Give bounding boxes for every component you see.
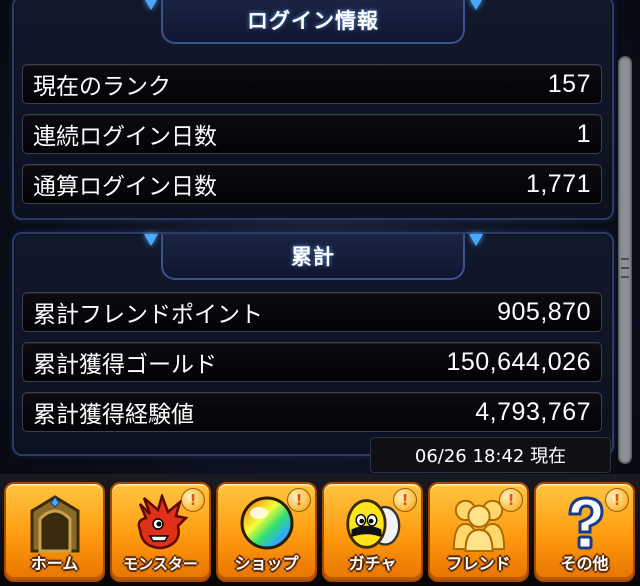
login-info-panel: ログイン情報 現在のランク 157 連続ログイン日数 1 通算ログイン日数 1,… — [12, 0, 614, 220]
nav-label: ガチャ — [348, 554, 397, 573]
nav-shop-button[interactable]: ! ショップ — [216, 482, 317, 582]
panel-title: 累計 — [291, 245, 335, 269]
stat-label: 累計フレンドポイント — [33, 302, 263, 328]
nav-other-button[interactable]: ! その他 — [534, 482, 635, 582]
panel-title: ログイン情報 — [247, 9, 379, 33]
scrollbar[interactable] — [618, 56, 632, 464]
alert-badge: ! — [287, 488, 311, 512]
nav-friend-button[interactable]: ! フレンド — [428, 482, 529, 582]
nav-label: モンスター — [123, 555, 198, 573]
stat-value: 4,793,767 — [475, 397, 591, 426]
nav-home-button[interactable]: ホーム — [4, 482, 105, 582]
bottom-nav: ホーム ! モンスター ! ショップ ! ガチャ ! フレンド ! その他 — [0, 474, 640, 586]
corner-marker-icon — [144, 234, 158, 246]
stat-value: 905,870 — [497, 297, 591, 326]
timestamp-label: 06/26 18:42 現在 — [370, 437, 611, 473]
stat-row-total-login: 通算ログイン日数 1,771 — [22, 164, 602, 204]
stat-label: 累計獲得ゴールド — [33, 352, 217, 378]
corner-marker-icon — [469, 234, 483, 246]
totals-panel: 累計 累計フレンドポイント 905,870 累計獲得ゴールド 150,644,0… — [12, 232, 614, 456]
corner-marker-icon — [469, 0, 483, 10]
stat-value: 150,644,026 — [446, 347, 591, 376]
stat-label: 通算ログイン日数 — [33, 174, 217, 200]
stat-row-rank: 現在のランク 157 — [22, 64, 602, 104]
stat-row-friend-points: 累計フレンドポイント 905,870 — [22, 292, 602, 332]
stat-value: 157 — [547, 69, 591, 98]
nav-label: ショップ — [234, 554, 299, 573]
alert-badge: ! — [393, 488, 417, 512]
alert-badge: ! — [181, 488, 205, 512]
scrollbar-grip[interactable] — [619, 254, 631, 282]
stat-value: 1,771 — [525, 169, 591, 198]
nav-label: その他 — [560, 554, 609, 573]
corner-marker-icon — [144, 0, 158, 10]
stat-label: 連続ログイン日数 — [33, 124, 217, 150]
nav-label: ホーム — [30, 554, 79, 573]
stat-label: 現在のランク — [33, 74, 171, 100]
login-info-header: ログイン情報 — [161, 0, 465, 44]
alert-badge: ! — [499, 488, 523, 512]
nav-label: フレンド — [446, 554, 511, 573]
stat-value: 1 — [576, 119, 591, 148]
nav-gacha-button[interactable]: ! ガチャ — [322, 482, 423, 582]
nav-monster-button[interactable]: ! モンスター — [110, 482, 211, 582]
totals-header: 累計 — [161, 234, 465, 280]
stat-row-consecutive-login: 連続ログイン日数 1 — [22, 114, 602, 154]
stat-row-gold: 累計獲得ゴールド 150,644,026 — [22, 342, 602, 382]
alert-badge: ! — [605, 488, 629, 512]
stat-label: 累計獲得経験値 — [33, 402, 194, 428]
gate-icon — [26, 494, 84, 553]
stat-row-experience: 累計獲得経験値 4,793,767 — [22, 392, 602, 432]
